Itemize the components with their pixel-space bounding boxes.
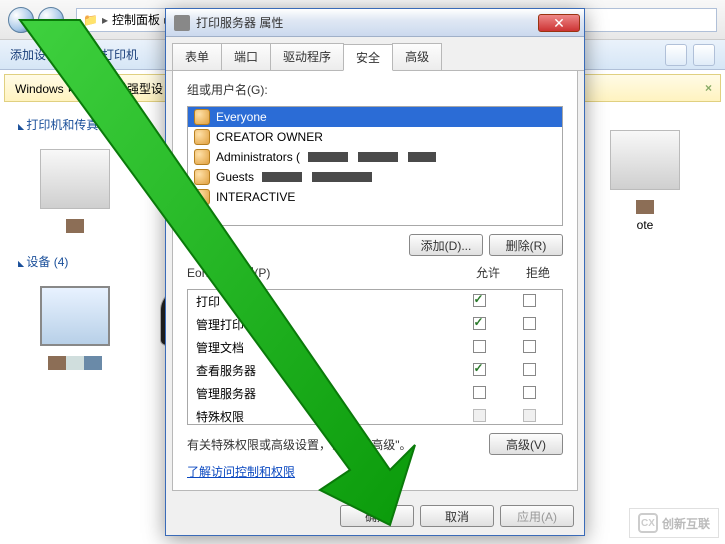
permission-row: 管理服务器 <box>188 382 562 405</box>
printer-icon <box>40 149 110 209</box>
deny-checkbox[interactable] <box>523 340 536 353</box>
tab-forms[interactable]: 表单 <box>172 43 222 70</box>
tab-drivers[interactable]: 驱动程序 <box>270 43 344 70</box>
permission-row: 管理打印机 <box>188 313 562 336</box>
group-users-label: 组或用户名(G): <box>187 81 563 98</box>
deny-checkbox <box>523 409 536 422</box>
list-item[interactable]: Guests <box>188 167 562 187</box>
right-device-column: ote <box>595 130 715 232</box>
user-name: INTERACTIVE <box>216 190 295 204</box>
security-panel: 组或用户名(G): Everyone CREATOR OWNER Adminis… <box>172 71 578 491</box>
back-button[interactable] <box>8 7 34 33</box>
deny-checkbox[interactable] <box>523 363 536 376</box>
redacted <box>312 172 372 182</box>
help-icon[interactable] <box>693 44 715 66</box>
hint-text: 有关特殊权限或高级设置，请单击"高级"。 <box>187 436 412 453</box>
forward-button[interactable] <box>38 7 64 33</box>
permission-row: 管理文档 <box>188 336 562 359</box>
printer-item[interactable] <box>30 149 120 233</box>
add-device-link[interactable]: 添加设备 <box>10 46 58 63</box>
dialog-footer: 确定 取消 应用(A) <box>166 497 584 535</box>
learn-link[interactable]: 了解访问控制和权限 <box>187 465 295 479</box>
permission-name: 管理打印机 <box>196 316 454 333</box>
advanced-button[interactable]: 高级(V) <box>489 433 563 455</box>
apply-button[interactable]: 应用(A) <box>500 505 574 527</box>
user-name: Administrators ( <box>216 150 300 164</box>
allow-checkbox <box>473 409 486 422</box>
chevron-right-icon: ▸ <box>102 13 108 27</box>
users-listbox[interactable]: Everyone CREATOR OWNER Administrators ( … <box>187 106 563 226</box>
allow-column: 允许 <box>463 264 513 281</box>
watermark-text: 创新互联 <box>662 515 710 532</box>
tab-strip: 表单 端口 驱动程序 安全 高级 <box>166 37 584 71</box>
list-item[interactable]: Administrators ( <box>188 147 562 167</box>
logo-icon: CX <box>638 513 658 533</box>
breadcrumb-item[interactable]: 控制面板 <box>112 11 160 28</box>
permission-name: 管理服务器 <box>196 385 454 402</box>
print-server-properties-dialog: 打印服务器 属性 ✕ 表单 端口 驱动程序 安全 高级 组或用户名(G): Ev… <box>165 8 585 536</box>
allow-checkbox[interactable] <box>473 317 486 330</box>
permission-name: 管理文档 <box>196 339 454 356</box>
allow-checkbox[interactable] <box>473 294 486 307</box>
list-item[interactable]: CREATOR OWNER <box>188 127 562 147</box>
device-item[interactable] <box>30 286 120 382</box>
redacted <box>408 152 436 162</box>
user-name: Everyone <box>216 110 267 124</box>
group-icon <box>194 129 210 145</box>
watermark: CX 创新互联 <box>629 508 719 538</box>
permission-row: 查看服务器 <box>188 359 562 382</box>
permission-row: 特殊权限 <box>188 405 562 428</box>
cancel-button[interactable]: 取消 <box>420 505 494 527</box>
permission-row: 打印 <box>188 290 562 313</box>
user-name: Guests <box>216 170 254 184</box>
user-name: CREATOR OWNER <box>216 130 323 144</box>
group-icon <box>194 149 210 165</box>
tab-ports[interactable]: 端口 <box>221 43 271 70</box>
group-icon <box>194 169 210 185</box>
permission-name: 特殊权限 <box>196 408 454 425</box>
permissions-table: 打印管理打印机管理文档查看服务器管理服务器特殊权限 <box>187 289 563 425</box>
permission-name: 打印 <box>196 293 454 310</box>
redacted <box>262 172 302 182</box>
printer-icon <box>610 130 680 190</box>
allow-checkbox[interactable] <box>473 340 486 353</box>
device-item[interactable]: ote <box>595 130 695 232</box>
dialog-titlebar[interactable]: 打印服务器 属性 ✕ <box>166 9 584 37</box>
close-button[interactable]: ✕ <box>538 14 580 32</box>
view-icon[interactable] <box>665 44 687 66</box>
monitor-icon <box>40 286 110 346</box>
deny-checkbox[interactable] <box>523 317 536 330</box>
redacted <box>308 152 348 162</box>
close-icon[interactable]: × <box>705 81 712 95</box>
tab-advanced[interactable]: 高级 <box>392 43 442 70</box>
group-icon <box>194 189 210 205</box>
deny-checkbox[interactable] <box>523 386 536 399</box>
remove-button[interactable]: 删除(R) <box>489 234 563 256</box>
redacted <box>358 152 398 162</box>
list-item[interactable]: INTERACTIVE <box>188 187 562 207</box>
permission-name: 查看服务器 <box>196 362 454 379</box>
ok-button[interactable]: 确定 <box>340 505 414 527</box>
device-label: ote <box>637 218 654 232</box>
add-printer-link[interactable]: 添加打印机 <box>78 46 138 63</box>
list-item[interactable]: Everyone <box>188 107 562 127</box>
allow-checkbox[interactable] <box>473 386 486 399</box>
add-button[interactable]: 添加(D)... <box>409 234 483 256</box>
allow-checkbox[interactable] <box>473 363 486 376</box>
folder-icon: 📁 <box>83 13 98 27</box>
group-icon <box>194 109 210 125</box>
tab-security[interactable]: 安全 <box>343 44 393 71</box>
permissions-header: Eone 的权限(P) 允许 拒绝 <box>187 264 563 281</box>
info-text: Windows 可以显示增强型设 <box>15 80 163 97</box>
deny-column: 拒绝 <box>513 264 563 281</box>
dialog-title: 打印服务器 属性 <box>196 14 538 31</box>
deny-checkbox[interactable] <box>523 294 536 307</box>
printer-icon <box>174 15 190 31</box>
